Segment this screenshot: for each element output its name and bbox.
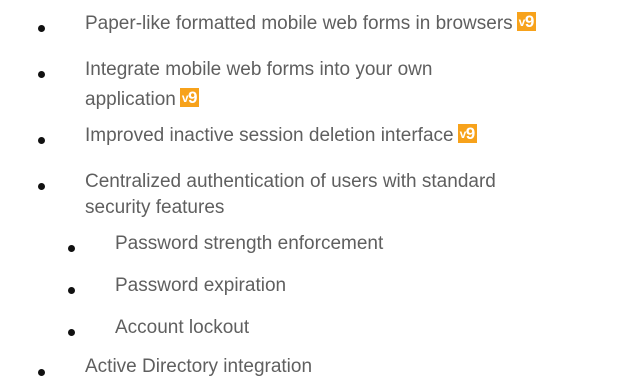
list-item-line: Improved inactive session deletion inter… [85,124,477,147]
version-badge-number: 9 [465,124,475,143]
list-item-text: Integrate mobile web forms into your own [85,59,433,80]
list-item-line: Integrate mobile web forms into your own [85,58,432,81]
list-item-line: Paper-like formatted mobile web forms in… [85,12,536,35]
sub-list-item-line: Password expiration [115,274,286,297]
list-item-line: Centralized authentication of users with… [85,170,496,193]
list-item-text: Centralized authentication of users with… [85,171,496,192]
list-item-line: security features [85,196,224,219]
list-item-text: Improved inactive session deletion inter… [85,125,454,146]
sub-bullet-marker [68,329,75,336]
sub-list-item-text: Account lockout [115,317,250,338]
sub-bullet-marker [68,245,75,252]
version-badge: v9 [179,88,199,107]
list-item-text: Paper-like formatted mobile web forms in… [85,13,513,34]
version-badge: v9 [516,12,536,31]
list-item-text: security features [85,197,225,218]
bullet-marker [38,183,45,190]
bullet-marker [38,25,45,32]
sub-list-item-line: Password strength enforcement [115,232,383,255]
sub-list-item-text: Password expiration [115,275,287,296]
sub-list-item-line: Account lockout [115,316,249,339]
bullet-marker [38,137,45,144]
version-badge: v9 [457,124,477,143]
list-item-line: Active Directory integration [85,355,312,378]
version-badge-number: 9 [188,88,197,107]
version-badge-number: 9 [524,12,534,31]
sub-bullet-marker [68,287,75,294]
list-item-text: application [85,89,176,110]
sub-list-item-text: Password strength enforcement [115,233,384,254]
bullet-marker [38,369,45,376]
bullet-marker [38,71,45,78]
list-item-line: application v9 [85,88,199,111]
list-item-text: Active Directory integration [85,356,313,377]
